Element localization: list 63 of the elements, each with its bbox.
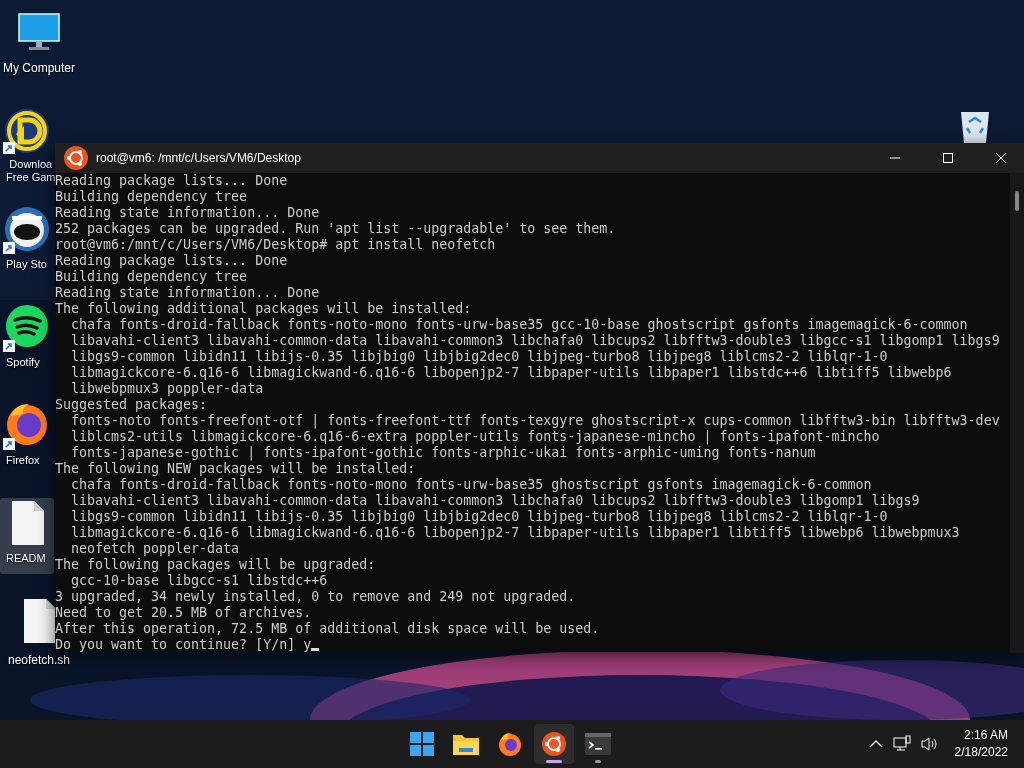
terminal-line: chafa fonts-droid-fallback fonts-noto-mono fonts-urw-base35 ghostscript gsfonts imagemagick-6-common xyxy=(70,477,872,493)
terminal-line: Building dependency tree xyxy=(55,269,248,285)
terminal-line: The following additional packages will be installed: xyxy=(55,301,472,317)
terminal-line: libgs9-common libidn11 libijs-0.35 libjbig0 libjbig2dec0 libjpeg-turbo8 libjpeg8 liblcms2-2 liblqr-1-0 xyxy=(70,509,888,525)
terminal-line: root@vm6:/mnt/c/Users/VM6/Desktop# apt install neofetch xyxy=(55,237,496,253)
terminal-line: libmagickcore-6.q16-6 libmagickwand-6.q16-6 libopenjp2-7 libpaper-utils libpaper1 libtiff5 libwebp6 libwebpmux3 xyxy=(70,525,960,541)
network-icon[interactable] xyxy=(892,735,911,753)
icon-label: Play Sto xyxy=(5,258,47,271)
windows-logo-icon xyxy=(410,732,434,756)
close-icon xyxy=(996,153,1006,163)
desktop-icon[interactable]: Play Sto xyxy=(0,204,54,280)
firefox-icon xyxy=(498,732,522,756)
spotify-icon xyxy=(5,304,49,348)
icon-label: Firefox xyxy=(5,454,40,467)
ubuntu-icon xyxy=(63,145,89,171)
download-logo-icon xyxy=(4,108,50,154)
icon-label: Downloa Free Gam xyxy=(5,158,56,184)
icon-label[interactable]: neofetch.sh xyxy=(7,654,70,667)
terminal-line: 3 upgraded, 34 newly installed, 0 to remove and 249 not upgraded. xyxy=(55,589,576,605)
terminal-line: gcc-10-base libgcc-s1 libstdc++6 xyxy=(70,573,328,589)
firefox-icon xyxy=(5,402,49,446)
clock-date[interactable]: 2/18/2022 xyxy=(954,744,1008,761)
chevron-up-icon[interactable] xyxy=(868,739,883,749)
ubuntu-icon xyxy=(541,731,567,757)
terminal-line: The following packages will be upgraded: xyxy=(55,557,376,573)
icon-label: Spotify xyxy=(5,356,40,369)
terminal-line: chafa fonts-droid-fallback fonts-noto-mono fonts-urw-base35 gcc-10-base ghostscript gsfonts imagemagick-6-common xyxy=(70,317,968,333)
terminal-line: Suggested packages: xyxy=(55,397,208,413)
volume-icon[interactable] xyxy=(920,736,939,752)
terminal-line: 252 packages can be upgraded. Run 'apt list --upgradable' to see them. xyxy=(55,221,616,237)
icon-label[interactable]: My Computer xyxy=(3,62,75,75)
terminal-line: libavahi-client3 libavahi-common-data libavahi-common3 libchafa0 libcups2 libfftw3-double3 libgomp1 libgs9 xyxy=(70,493,920,509)
desktop-icon[interactable]: Spotify xyxy=(0,302,54,378)
taskbar-button[interactable] xyxy=(534,724,574,764)
terminal-line: neofetch poppler-data xyxy=(70,541,240,557)
desktop-icon[interactable]: READM xyxy=(0,498,54,574)
terminal-line: Reading state information... Done xyxy=(55,285,320,301)
terminal-line: liblcms2-utils libmagickcore-6.q16-6-extra poppler-utils fonts-japanese-mincho | fonts-ipafont-mincho xyxy=(70,429,880,445)
scrollbar[interactable] xyxy=(1010,173,1024,653)
desktop-icon[interactable]: Firefox xyxy=(0,400,54,476)
terminal-line: Need to get 20.5 MB of archives. xyxy=(55,605,312,621)
terminal-line: fonts-noto fonts-freefont-otf | fonts-freefont-ttf fonts-texgyre ghostscript-x cups-common libfftw3-bin libfftw3-dev xyxy=(70,413,1000,429)
terminal-line: Reading package lists... Done xyxy=(55,173,288,189)
terminal-line: libwebpmux3 poppler-data xyxy=(70,381,264,397)
terminal-line: Reading state information... Done xyxy=(55,205,320,221)
terminal-line: libavahi-client3 libavahi-common-data libavahi-common3 libchafa0 libcups2 libfftw3-double3 libgcc-s1 libgomp1 libgs9 xyxy=(70,333,1000,349)
desktop-icon[interactable]: Downloa Free Gam xyxy=(0,106,54,182)
terminal-line: Do you want to continue? [Y/n] y xyxy=(55,637,312,653)
terminal-line: Reading package lists... Done xyxy=(55,253,288,269)
terminal-line: fonts-japanese-gothic | fonts-ipafont-gothic fonts-arphic-ukai fonts-arphic-uming fonts-nanum xyxy=(70,445,816,461)
terminal-line: Building dependency tree xyxy=(55,189,248,205)
maximize-icon xyxy=(943,153,953,163)
terminal-line: libgs9-common libidn11 libijs-0.35 libjbig0 libjbig2dec0 libjpeg-turbo8 libjpeg8 liblcms2-2 liblqr-1-0 xyxy=(70,349,888,365)
icon-label: READM xyxy=(5,552,46,565)
robot-icon xyxy=(4,206,50,252)
terminal-line: libmagickcore-6.q16-6 libmagickwand-6.q16-6 libopenjp2-7 libpaper-utils libpaper1 libstdc++6 libtiff5 libwebp6 xyxy=(70,365,952,381)
terminal-line: The following NEW packages will be installed: xyxy=(55,461,416,477)
clock-time[interactable]: 2:16 AM xyxy=(963,727,1008,744)
text-cursor xyxy=(311,648,320,651)
terminal-icon xyxy=(585,733,611,755)
window-title: root@vm6: /mnt/c/Users/VM6/Desktop xyxy=(96,151,302,165)
terminal-line: After this operation, 72.5 MB of additional disk space will be used. xyxy=(55,621,600,637)
folder-icon xyxy=(453,733,479,755)
